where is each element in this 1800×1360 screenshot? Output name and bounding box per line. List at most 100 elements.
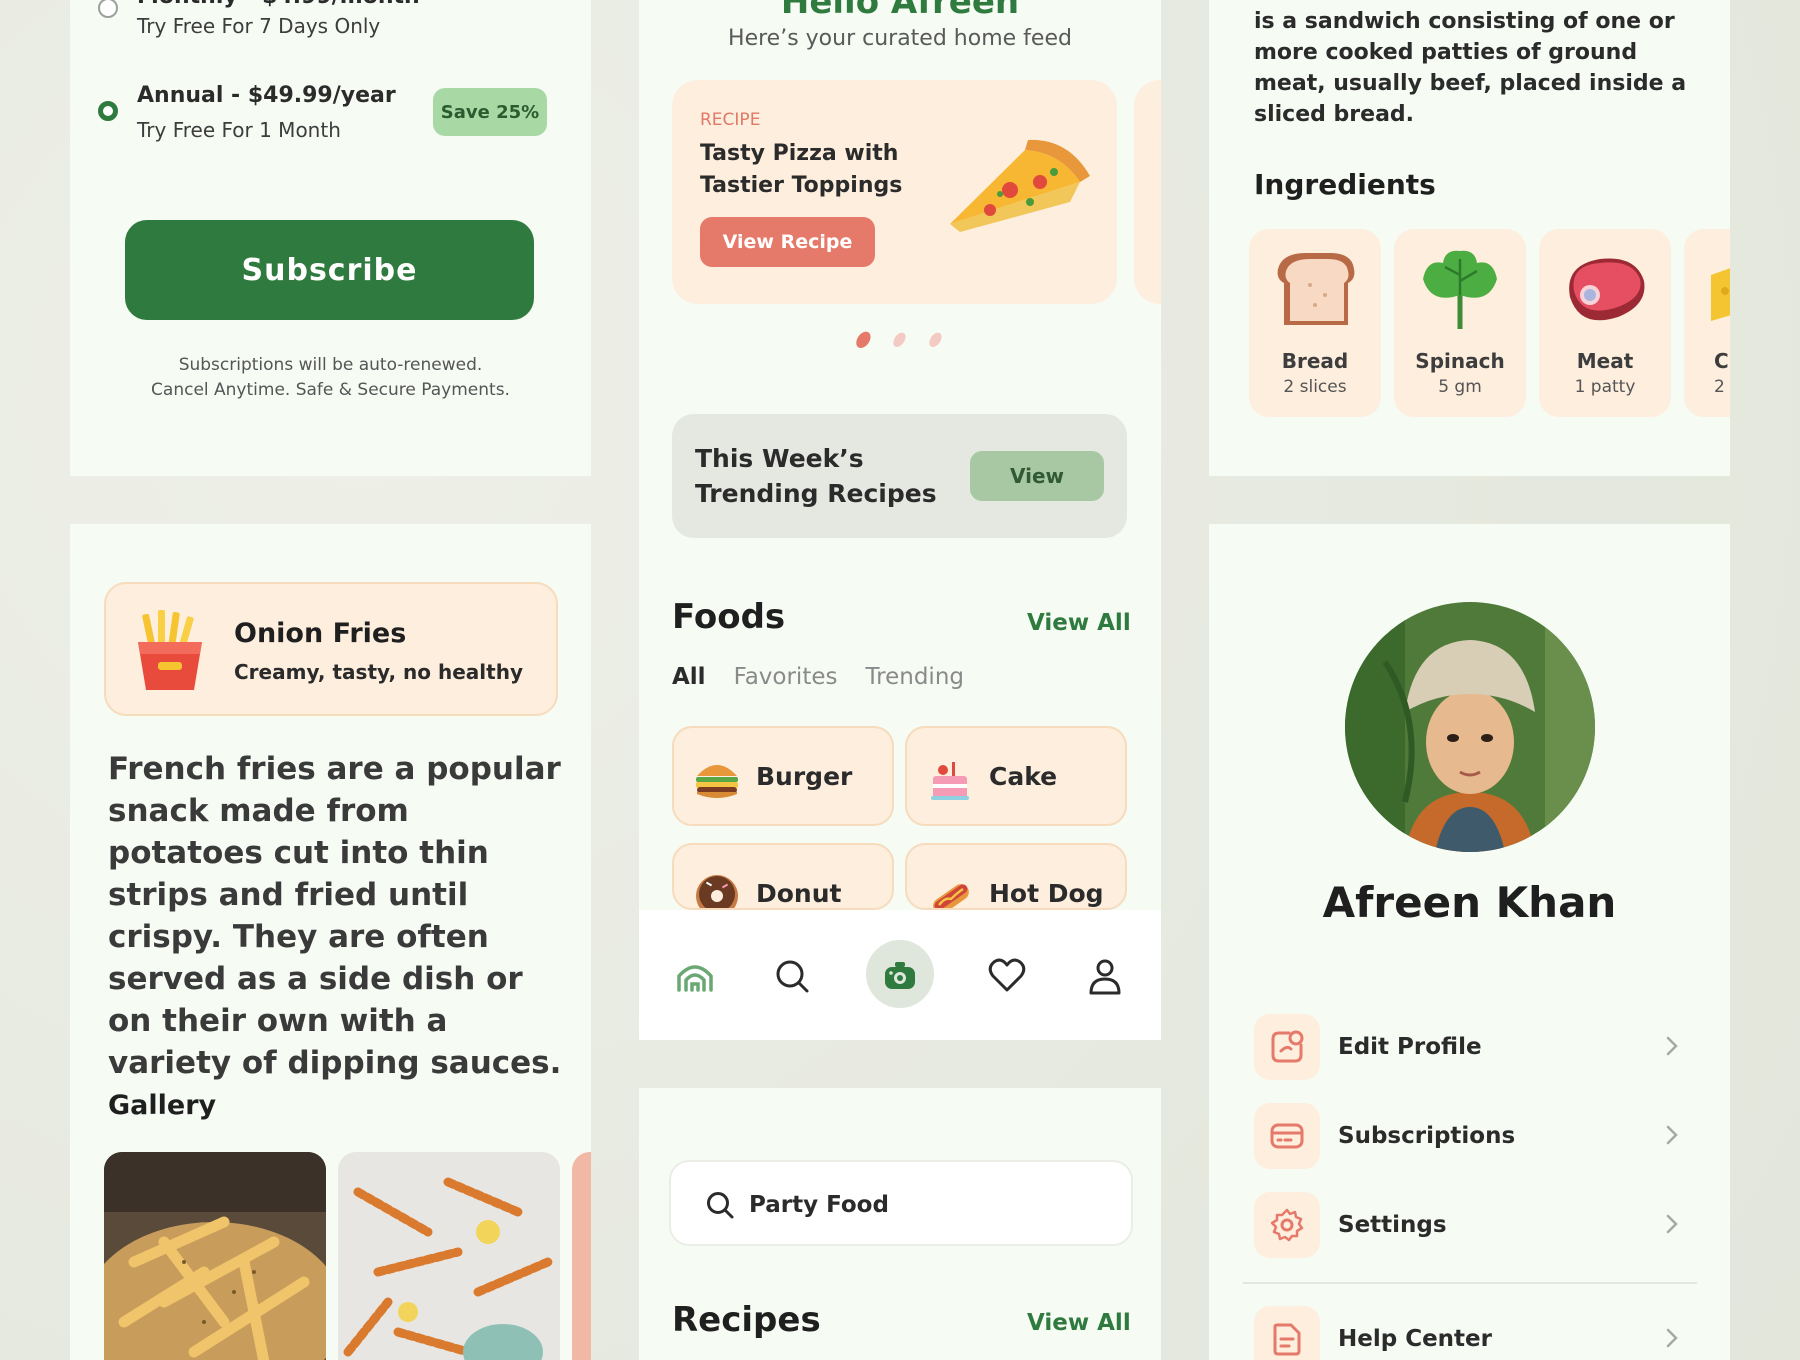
help-center-icon-bg <box>1254 1306 1320 1360</box>
food-description: French fries are a popular snack made fr… <box>108 751 562 1081</box>
food-card-burger[interactable]: Burger <box>672 726 894 826</box>
carousel-dots <box>639 328 1161 350</box>
trending-banner[interactable]: This Week’s Trending Recipes View <box>672 414 1127 538</box>
camera-icon <box>885 962 915 989</box>
ingredient-card-meat[interactable]: Meat 1 patty <box>1539 229 1671 417</box>
heart-icon <box>988 958 1026 992</box>
spinach-icon <box>1423 250 1497 329</box>
gallery-photo[interactable] <box>572 1152 591 1360</box>
ingredients-panel: is a sandwich consisting of one or more … <box>1209 0 1730 476</box>
tab-profile[interactable] <box>1081 952 1129 1000</box>
cheese-icon <box>1711 268 1730 321</box>
subscription-panel: Monthly - $4.99/month Try Free For 7 Day… <box>70 0 591 476</box>
chevron-right-icon <box>1666 1036 1678 1056</box>
ingredient-card-cheese[interactable]: Cl 2 <box>1684 229 1730 417</box>
food-card-hot-dog[interactable]: Hot Dog <box>905 843 1127 910</box>
search-input-value: Party Food <box>749 1192 889 1218</box>
showcase-canvas: Monthly - $4.99/month Try Free For 7 Day… <box>0 0 1800 1360</box>
ingredient-name: Cl <box>1714 349 1730 373</box>
hot-dog-icon <box>933 884 969 908</box>
settings-icon-bg <box>1254 1192 1320 1258</box>
search-icon <box>776 960 809 993</box>
bread-icon <box>1277 253 1355 325</box>
carousel-dot-icon[interactable] <box>889 328 911 350</box>
carousel-dot-icon[interactable] <box>925 328 947 350</box>
user-icon <box>1089 959 1121 995</box>
search-icon <box>707 1192 734 1219</box>
gallery-photo[interactable] <box>338 1152 560 1360</box>
subscriptions-icon-bg <box>1254 1103 1320 1169</box>
filter-tab-all[interactable]: All <box>672 664 706 690</box>
chevron-right-icon <box>1666 1214 1678 1234</box>
fries-icon <box>138 610 202 690</box>
food-filter-tabs: All Favorites Trending <box>672 664 964 690</box>
food-detail-panel: Onion Fries Creamy, tasty, no healthy Fr… <box>70 524 591 1360</box>
cake-icon <box>931 762 969 800</box>
recipes-view-all-link[interactable]: View All <box>1027 1310 1131 1336</box>
filter-tab-trending[interactable]: Trending <box>865 664 964 690</box>
menu-edit-profile[interactable]: Edit Profile <box>1254 1012 1684 1082</box>
home-icon <box>677 965 713 992</box>
ingredient-card-spinach[interactable]: Spinach 5 gm <box>1394 229 1526 417</box>
tab-search[interactable] <box>768 952 816 1000</box>
renewal-note: Subscriptions will be auto-renewed. <box>178 355 483 375</box>
ingredient-name: Meat <box>1576 349 1634 373</box>
avatar-photo <box>1345 602 1595 852</box>
menu-label: Edit Profile <box>1338 1034 1482 1060</box>
recipe-hero-card[interactable]: RECIPE Tasty Pizza with Tastier Toppings… <box>672 80 1117 304</box>
profile-name: Afreen Khan <box>1322 878 1617 927</box>
food-card-donut[interactable]: Donut <box>672 843 894 910</box>
tab-favorites[interactable] <box>983 952 1031 1000</box>
secure-payment-note: Cancel Anytime. Safe & Secure Payments. <box>151 380 510 400</box>
trending-title: This Week’s Trending Recipes <box>695 444 937 508</box>
tab-home[interactable] <box>671 952 719 1000</box>
food-summary-card: Onion Fries Creamy, tasty, no healthy <box>104 582 558 716</box>
gallery-photo[interactable] <box>104 1152 326 1360</box>
menu-settings[interactable]: Settings <box>1254 1190 1684 1260</box>
annual-plan-radio[interactable] <box>98 101 118 121</box>
search-input[interactable]: Party Food <box>669 1160 1133 1246</box>
food-card-cake[interactable]: Cake <box>905 726 1127 826</box>
next-hero-card[interactable] <box>1134 80 1161 304</box>
monthly-plan-title: Monthly - $4.99/month <box>137 0 420 9</box>
document-icon <box>1273 1323 1301 1356</box>
food-card-label: Cake <box>989 762 1058 791</box>
ingredient-card-bread[interactable]: Bread 2 slices <box>1249 229 1381 417</box>
bottom-tab-bar <box>639 910 1161 1040</box>
avatar[interactable] <box>1345 602 1595 852</box>
food-card-label: Burger <box>756 762 853 791</box>
donut-icon <box>696 875 738 908</box>
monthly-plan-radio[interactable] <box>98 0 118 18</box>
subscribe-button[interactable]: Subscribe <box>125 220 534 320</box>
edit-profile-icon-bg <box>1254 1014 1320 1080</box>
recipe-description: is a sandwich consisting of one or more … <box>1254 9 1687 127</box>
gallery-title: Gallery <box>108 1090 217 1121</box>
ingredient-name: Bread <box>1281 349 1349 373</box>
greeting-title: Hello Afreen <box>780 0 1020 22</box>
trending-view-button[interactable]: View <box>970 451 1104 501</box>
food-title: Onion Fries <box>234 618 407 649</box>
meat-icon <box>1569 258 1645 321</box>
annual-plan-trial: Try Free For 1 Month <box>137 118 341 142</box>
recipes-title: Recipes <box>672 1300 821 1340</box>
search-panel: Party Food Recipes View All <box>639 1088 1161 1360</box>
gear-icon <box>1270 1208 1304 1242</box>
menu-help-center[interactable]: Help Center <box>1254 1304 1684 1360</box>
save-badge: Save 25% <box>433 88 547 136</box>
menu-label: Settings <box>1338 1212 1447 1238</box>
home-feed-panel: Hello Afreen Here’s your curated home fe… <box>639 0 1161 1040</box>
filter-tab-favorites[interactable]: Favorites <box>734 664 838 690</box>
tab-camera[interactable] <box>876 952 924 1000</box>
food-card-label: Hot Dog <box>989 879 1104 908</box>
ingredient-qty: 5 gm <box>1438 377 1482 397</box>
chevron-right-icon <box>1666 1328 1678 1348</box>
food-card-label: Donut <box>756 879 842 908</box>
carousel-dot-active-icon[interactable] <box>853 328 875 350</box>
edit-icon <box>1271 1030 1304 1063</box>
chevron-right-icon <box>1666 1125 1678 1145</box>
view-recipe-button[interactable]: View Recipe <box>700 217 875 267</box>
menu-subscriptions[interactable]: Subscriptions <box>1254 1101 1684 1171</box>
foods-view-all-link[interactable]: View All <box>1027 610 1131 636</box>
burger-icon <box>696 765 738 798</box>
monthly-plan-trial: Try Free For 7 Days Only <box>137 14 381 38</box>
